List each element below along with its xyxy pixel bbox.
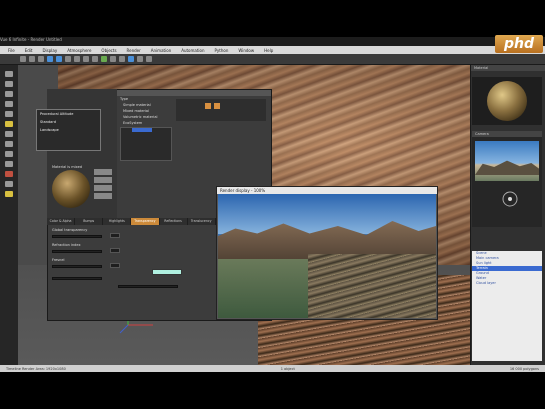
menu-bar: File Edit Display Atmosphere Objects Ren… bbox=[0, 46, 545, 54]
fading-slider[interactable] bbox=[118, 285, 178, 288]
select-icon[interactable] bbox=[65, 56, 71, 62]
application-window: Vue 6 Infinite - Render Untitled File Ed… bbox=[0, 37, 545, 372]
color-swatch[interactable] bbox=[205, 103, 211, 109]
tab-color-alpha[interactable]: Color & Alpha bbox=[47, 218, 76, 225]
plant-tool-icon[interactable] bbox=[5, 121, 13, 127]
save-button[interactable] bbox=[94, 177, 112, 183]
material-sphere-preview bbox=[487, 81, 527, 121]
letterbox-bottom bbox=[0, 372, 545, 409]
delete-button[interactable] bbox=[94, 193, 112, 199]
cone-tool-icon[interactable] bbox=[5, 101, 13, 107]
cube-tool-icon[interactable] bbox=[5, 81, 13, 87]
render-icon[interactable] bbox=[110, 56, 116, 62]
object-tree: Scene Main camera Sun light Terrain Grou… bbox=[472, 251, 542, 361]
zoom-icon[interactable] bbox=[146, 56, 152, 62]
refraction-label: Refraction index bbox=[52, 243, 81, 247]
menu-help[interactable]: Help bbox=[264, 48, 273, 53]
tree-item[interactable]: Cloud layer bbox=[472, 281, 542, 286]
terrain-tool-icon[interactable] bbox=[5, 141, 13, 147]
new-icon[interactable] bbox=[20, 56, 26, 62]
material-preview-header: Material bbox=[471, 65, 545, 71]
cylinder-tool-icon[interactable] bbox=[5, 91, 13, 97]
render-window-title: Render display - 100% bbox=[217, 187, 437, 194]
status-left: Timeline Render Area: 1920x1080 bbox=[6, 366, 66, 371]
material-popup-menu: Procedural Altitude Standard Landscape bbox=[36, 109, 101, 151]
color-swatch[interactable] bbox=[214, 103, 220, 109]
value-field[interactable] bbox=[110, 233, 120, 238]
left-toolbar bbox=[0, 65, 18, 365]
rotate-icon[interactable] bbox=[83, 56, 89, 62]
status-mid: 1 object bbox=[280, 366, 295, 371]
text-tool-icon[interactable] bbox=[5, 161, 13, 167]
sphere-tool-icon[interactable] bbox=[5, 71, 13, 77]
water-tool-icon[interactable] bbox=[5, 151, 13, 157]
menu-animation[interactable]: Animation bbox=[151, 48, 171, 53]
main-toolbar bbox=[0, 54, 545, 65]
value-field[interactable] bbox=[110, 248, 120, 253]
popup-item[interactable]: Landscape bbox=[37, 126, 100, 134]
camera-navigate-icon[interactable] bbox=[500, 189, 520, 209]
radio-volumetric[interactable]: Volumetric material bbox=[123, 115, 157, 119]
option-mixed[interactable]: Material is mixed bbox=[52, 165, 82, 169]
fresnel-label: Fresnel bbox=[52, 258, 65, 262]
fading-color-swatch[interactable] bbox=[152, 269, 182, 275]
title-bar: Vue 6 Infinite - Render Untitled bbox=[0, 37, 545, 46]
value-field[interactable] bbox=[110, 263, 120, 268]
camera-icon[interactable] bbox=[119, 56, 125, 62]
menu-edit[interactable]: Edit bbox=[25, 48, 33, 53]
tab-translucency[interactable]: Translucency bbox=[188, 218, 216, 225]
menu-file[interactable]: File bbox=[8, 48, 15, 53]
layer-selected[interactable] bbox=[132, 128, 152, 132]
render-image bbox=[218, 194, 436, 318]
logo: phd bbox=[495, 35, 543, 53]
popup-item[interactable]: Procedural Altitude bbox=[37, 110, 100, 118]
menu-python[interactable]: Python bbox=[215, 48, 229, 53]
menu-atmosphere[interactable]: Atmosphere bbox=[67, 48, 91, 53]
save-icon[interactable] bbox=[38, 56, 44, 62]
atmosphere-icon[interactable] bbox=[128, 56, 134, 62]
global-transparency-label: Global transparency bbox=[52, 228, 88, 232]
radio-mixed[interactable]: Mixed material bbox=[123, 109, 149, 113]
load-button[interactable] bbox=[94, 169, 112, 175]
menu-display[interactable]: Display bbox=[42, 48, 57, 53]
light-icon[interactable] bbox=[137, 56, 143, 62]
move-icon[interactable] bbox=[74, 56, 80, 62]
fresnel-slider[interactable] bbox=[52, 265, 102, 268]
layer-list[interactable] bbox=[120, 127, 172, 161]
transparency-slider[interactable] bbox=[52, 235, 102, 238]
redo-icon[interactable] bbox=[56, 56, 62, 62]
menu-automation[interactable]: Automation bbox=[181, 48, 204, 53]
menu-window[interactable]: Window bbox=[238, 48, 254, 53]
scale-icon[interactable] bbox=[92, 56, 98, 62]
refraction-slider[interactable] bbox=[52, 250, 102, 253]
undo-icon[interactable] bbox=[47, 56, 53, 62]
blur-slider[interactable] bbox=[52, 277, 102, 280]
tab-transparency[interactable]: Transparency bbox=[131, 218, 160, 225]
tab-highlights[interactable]: Highlights bbox=[103, 218, 132, 225]
menu-render[interactable]: Render bbox=[127, 48, 141, 53]
ecosystem-tool-icon[interactable] bbox=[5, 191, 13, 197]
type-label: Type bbox=[120, 97, 129, 101]
camera-tool-icon[interactable] bbox=[5, 181, 13, 187]
tab-bumps[interactable]: Bumps bbox=[75, 218, 104, 225]
torus-tool-icon[interactable] bbox=[5, 111, 13, 117]
terrain-icon[interactable] bbox=[101, 56, 107, 62]
rock-tool-icon[interactable] bbox=[5, 131, 13, 137]
light-tool-icon[interactable] bbox=[5, 171, 13, 177]
popup-item[interactable]: Standard bbox=[37, 118, 100, 126]
menu-objects[interactable]: Objects bbox=[101, 48, 116, 53]
radio-ecosystem[interactable]: EcoSystem bbox=[123, 121, 142, 125]
radio-simple[interactable]: Simple material bbox=[123, 103, 151, 107]
material-preview-sphere bbox=[52, 170, 90, 208]
window-title: Vue 6 Infinite - Render Untitled bbox=[0, 37, 62, 42]
render-rocks bbox=[308, 254, 436, 318]
edit-button[interactable] bbox=[94, 185, 112, 191]
tab-reflections[interactable]: Reflections bbox=[160, 218, 188, 225]
highlight-preview bbox=[176, 99, 266, 121]
status-bar: Timeline Render Area: 1920x1080 1 object… bbox=[0, 365, 545, 372]
open-icon[interactable] bbox=[29, 56, 35, 62]
status-right: 16 000 polygons bbox=[509, 366, 539, 371]
